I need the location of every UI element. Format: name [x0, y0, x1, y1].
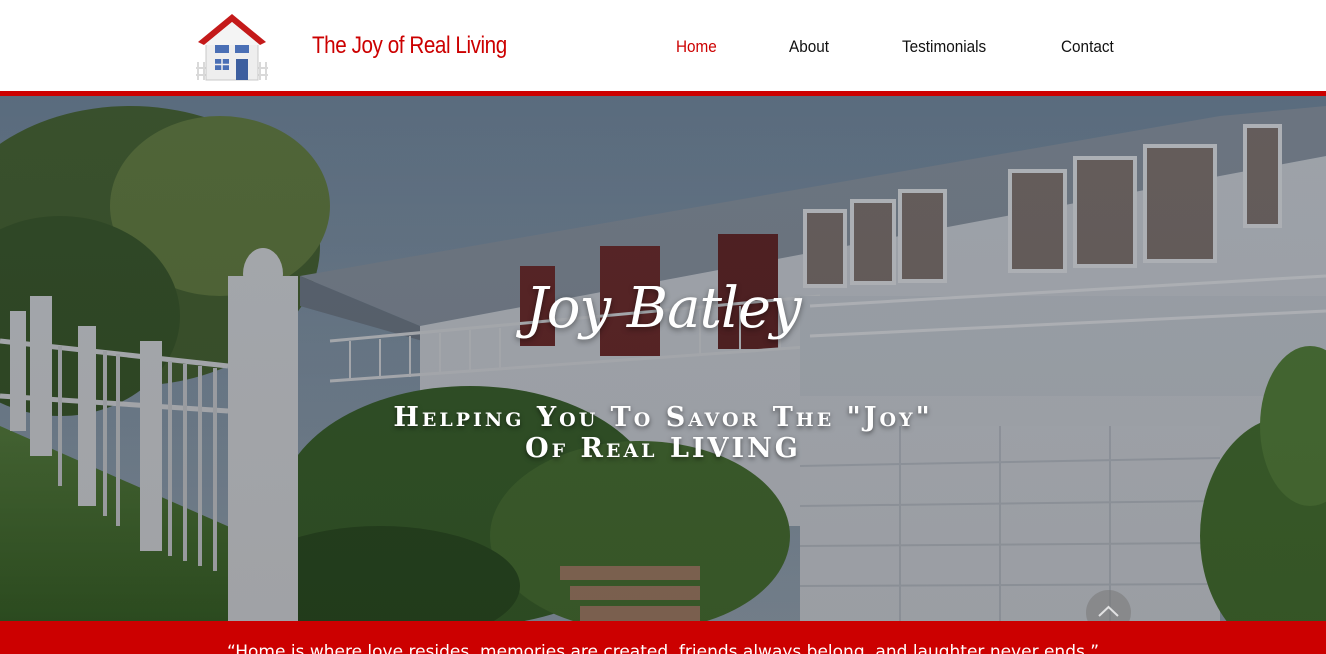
nav-item-home[interactable]: Home	[676, 37, 717, 57]
quote-text: “Home is where love resides, memories ar…	[226, 642, 1100, 654]
nav-item-contact[interactable]: Contact	[1061, 37, 1114, 57]
site-header: The Joy of Real Living Home About Testim…	[0, 0, 1326, 91]
nav-item-testimonials[interactable]: Testimonials	[902, 37, 986, 57]
hero-tagline-line2: Of Real LIVING	[525, 433, 801, 464]
quote-band: “Home is where love resides, memories ar…	[0, 621, 1326, 654]
hero-banner: Joy Batley Helping You To Savor The "Joy…	[0, 96, 1326, 621]
hero-tagline: Helping You To Savor The "Joy" Of Real L…	[0, 402, 1326, 464]
house-photo	[0, 96, 1326, 621]
hero-tagline-line1: Helping You To Savor The "Joy"	[393, 402, 933, 433]
chevron-up-icon	[1098, 605, 1119, 617]
nav-item-about[interactable]: About	[789, 37, 829, 57]
main-nav: Home About Testimonials Contact	[0, 37, 1326, 61]
hero-name: Joy Batley	[525, 276, 801, 341]
